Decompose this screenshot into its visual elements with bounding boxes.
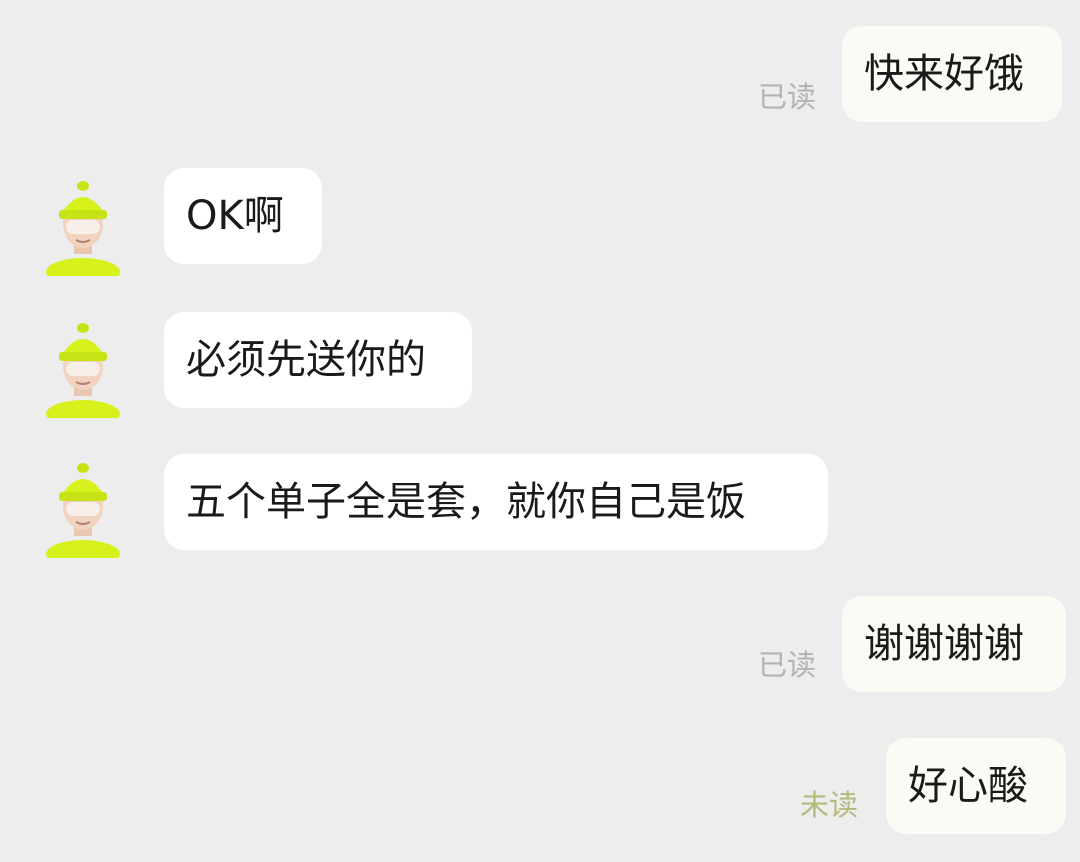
message-bubble-incoming[interactable]: 必须先送你的 (164, 312, 472, 408)
message-bubble-incoming[interactable]: 五个单子全是套，就你自己是饭 (164, 454, 828, 550)
unread-status: 未读 (800, 788, 859, 822)
message-bubble-outgoing[interactable]: 快来好饿 (842, 26, 1062, 122)
message-bubble-outgoing[interactable]: 好心酸 (886, 738, 1066, 834)
message-bubble-incoming[interactable]: OK啊 (164, 168, 322, 264)
chat-message-list[interactable]: 已读 快来好饿 OK啊 必须先送你的 五个单子全是套，就你自己是饭 已读 谢谢谢… (0, 0, 1080, 862)
courier-avatar-icon[interactable] (46, 462, 120, 558)
message-bubble-outgoing[interactable]: 谢谢谢谢 (842, 596, 1066, 692)
read-status: 已读 (758, 648, 817, 682)
read-status: 已读 (758, 80, 817, 114)
courier-avatar-icon[interactable] (46, 322, 120, 418)
courier-avatar-icon[interactable] (46, 180, 120, 276)
